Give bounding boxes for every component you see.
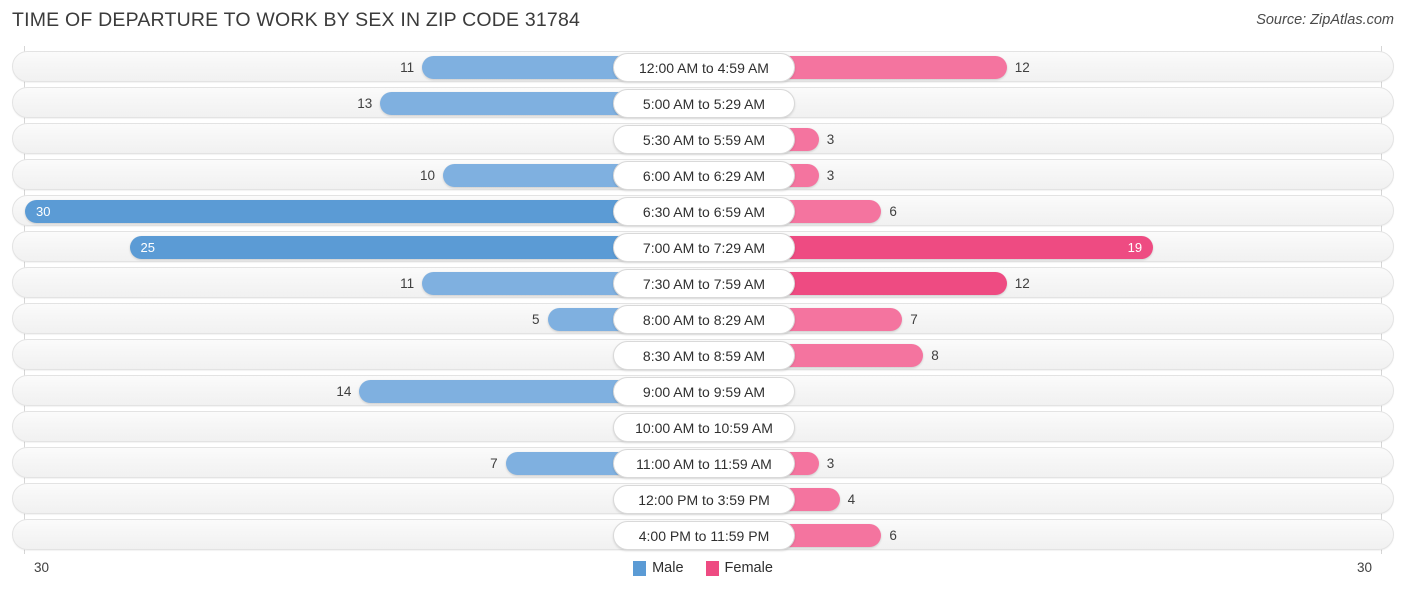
legend-label: Male	[652, 560, 684, 576]
bar-value-male: 25	[140, 240, 155, 255]
bar-value-male: 10	[419, 168, 435, 183]
row-bars: 25 19 7:00 AM to 7:29 AM	[13, 232, 1395, 263]
row-bars: 035:30 AM to 5:59 AM	[13, 124, 1395, 155]
chart-plot-area: 11 12 12:00 AM to 4:59 AM 1305:00 AM to 5:2…	[0, 46, 1406, 554]
category-label-pill: 6:30 AM to 6:59 AM	[613, 197, 795, 226]
table-row[interactable]: 088:30 AM to 8:59 AM	[12, 339, 1394, 370]
legend-swatch-icon	[633, 560, 647, 576]
chart-footer: 30 30 Male Female	[0, 556, 1406, 594]
category-label-pill: 12:00 PM to 3:59 PM	[613, 485, 795, 514]
bar-value-female: 12	[1014, 60, 1030, 75]
page-title: TIME OF DEPARTURE TO WORK BY SEX IN ZIP …	[12, 9, 581, 31]
table-row[interactable]: 30 6 6:30 AM to 6:59 AM	[12, 195, 1394, 226]
category-label-pill: 8:30 AM to 8:59 AM	[613, 341, 795, 370]
row-bars: 11 12 12:00 AM to 4:59 AM	[13, 52, 1395, 83]
table-row[interactable]: 0412:00 PM to 3:59 PM	[12, 483, 1394, 514]
category-label-pill: 7:30 AM to 7:59 AM	[613, 269, 795, 298]
table-row[interactable]: 1305:00 AM to 5:29 AM	[12, 87, 1394, 118]
bar-value-female: 19	[1127, 240, 1143, 255]
table-row[interactable]: 5 7 8:00 AM to 8:29 AM	[12, 303, 1394, 334]
category-label-pill: 11:00 AM to 11:59 AM	[613, 449, 795, 478]
table-row[interactable]: 25 19 7:00 AM to 7:29 AM	[12, 231, 1394, 262]
table-row[interactable]: 0010:00 AM to 10:59 AM	[12, 411, 1394, 442]
bar-value-female: 12	[1014, 276, 1030, 291]
legend-item[interactable]: Male	[633, 560, 684, 576]
bar-value-male: 11	[400, 60, 415, 75]
row-bars: 11 12 7:30 AM to 7:59 AM	[13, 268, 1395, 299]
category-label-pill: 5:30 AM to 5:59 AM	[613, 125, 795, 154]
bar-male[interactable]	[25, 200, 704, 223]
table-row[interactable]: 10 3 6:00 AM to 6:29 AM	[12, 159, 1394, 190]
row-bars: 088:30 AM to 8:59 AM	[13, 340, 1395, 371]
category-label-pill: 6:00 AM to 6:29 AM	[613, 161, 795, 190]
chart-legend: Male Female	[0, 560, 1406, 576]
bar-value-male: 7	[490, 456, 498, 471]
legend-swatch-icon	[705, 560, 719, 576]
category-label-pill: 9:00 AM to 9:59 AM	[613, 377, 795, 406]
bar-value-male: 30	[36, 204, 51, 219]
row-bars: 7 3 11:00 AM to 11:59 AM	[13, 448, 1395, 479]
table-row[interactable]: 11 12 7:30 AM to 7:59 AM	[12, 267, 1394, 298]
bar-value-male: 13	[357, 96, 373, 111]
bar-value-male: 11	[400, 276, 415, 291]
category-label-pill: 12:00 AM to 4:59 AM	[613, 53, 795, 82]
bar-value-female: 3	[826, 456, 835, 471]
row-bars: 1305:00 AM to 5:29 AM	[13, 88, 1395, 119]
row-bars: 064:00 PM to 11:59 PM	[13, 520, 1395, 551]
category-label-pill: 7:00 AM to 7:29 AM	[613, 233, 795, 262]
category-label-pill: 10:00 AM to 10:59 AM	[613, 413, 795, 442]
bar-value-female: 3	[826, 168, 835, 183]
bar-value-female: 4	[847, 492, 856, 507]
chart-header: TIME OF DEPARTURE TO WORK BY SEX IN ZIP …	[0, 0, 1406, 44]
legend-item[interactable]: Female	[705, 560, 773, 576]
row-bars: 0010:00 AM to 10:59 AM	[13, 412, 1395, 443]
table-row[interactable]: 7 3 11:00 AM to 11:59 AM	[12, 447, 1394, 478]
category-label-pill: 4:00 PM to 11:59 PM	[613, 521, 795, 550]
bar-value-female: 6	[889, 528, 897, 543]
bar-value-male: 14	[336, 384, 352, 399]
bar-value-female: 6	[889, 204, 897, 219]
row-bars: 10 3 6:00 AM to 6:29 AM	[13, 160, 1395, 191]
row-bars: 1409:00 AM to 9:59 AM	[13, 376, 1395, 407]
row-bars: 0412:00 PM to 3:59 PM	[13, 484, 1395, 515]
category-label-pill: 5:00 AM to 5:29 AM	[613, 89, 795, 118]
row-bars: 30 6 6:30 AM to 6:59 AM	[13, 196, 1395, 227]
bar-value-female: 7	[910, 312, 918, 327]
bar-value-female: 8	[931, 348, 939, 363]
row-bars: 5 7 8:00 AM to 8:29 AM	[13, 304, 1395, 335]
table-row[interactable]: 1409:00 AM to 9:59 AM	[12, 375, 1394, 406]
table-row[interactable]: 064:00 PM to 11:59 PM	[12, 519, 1394, 550]
table-row[interactable]: 035:30 AM to 5:59 AM	[12, 123, 1394, 154]
source-attribution: Source: ZipAtlas.com	[1256, 12, 1394, 28]
table-row[interactable]: 11 12 12:00 AM to 4:59 AM	[12, 51, 1394, 82]
bar-value-male: 5	[531, 312, 540, 327]
category-label-pill: 8:00 AM to 8:29 AM	[613, 305, 795, 334]
legend-label: Female	[724, 560, 773, 576]
bar-value-female: 3	[826, 132, 835, 147]
